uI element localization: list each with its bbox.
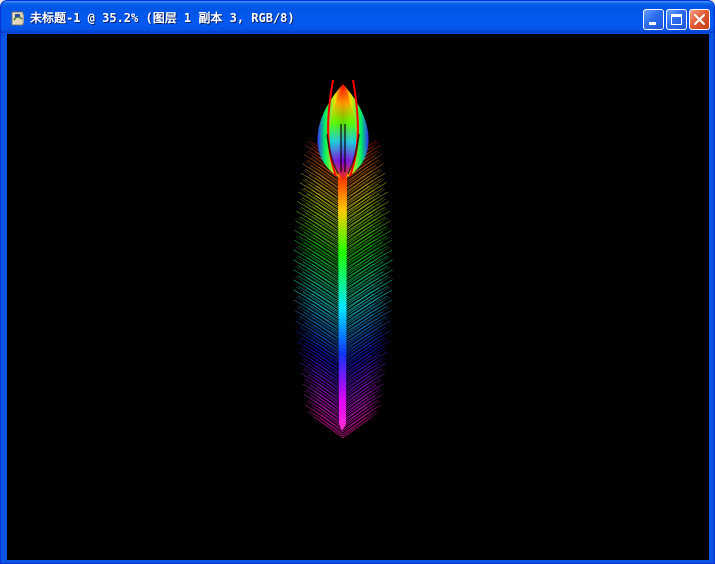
feather-stem: [338, 175, 347, 431]
close-icon: [694, 14, 705, 25]
feather-bulb: [317, 79, 369, 180]
window-title: 未标题-1 @ 35.2% (图层 1 副本 3, RGB/8): [30, 11, 295, 25]
rainbow-feather-artwork: [293, 79, 393, 439]
photoshop-document-icon[interactable]: [10, 10, 26, 26]
document-canvas[interactable]: [7, 34, 709, 560]
close-button[interactable]: [689, 9, 710, 30]
minimize-button[interactable]: [643, 9, 664, 30]
minimize-icon: [649, 22, 656, 25]
maximize-icon: [671, 14, 682, 25]
document-window: 未标题-1 @ 35.2% (图层 1 副本 3, RGB/8): [0, 0, 715, 564]
title-bar[interactable]: 未标题-1 @ 35.2% (图层 1 副本 3, RGB/8): [1, 1, 714, 33]
maximize-button[interactable]: [666, 9, 687, 30]
